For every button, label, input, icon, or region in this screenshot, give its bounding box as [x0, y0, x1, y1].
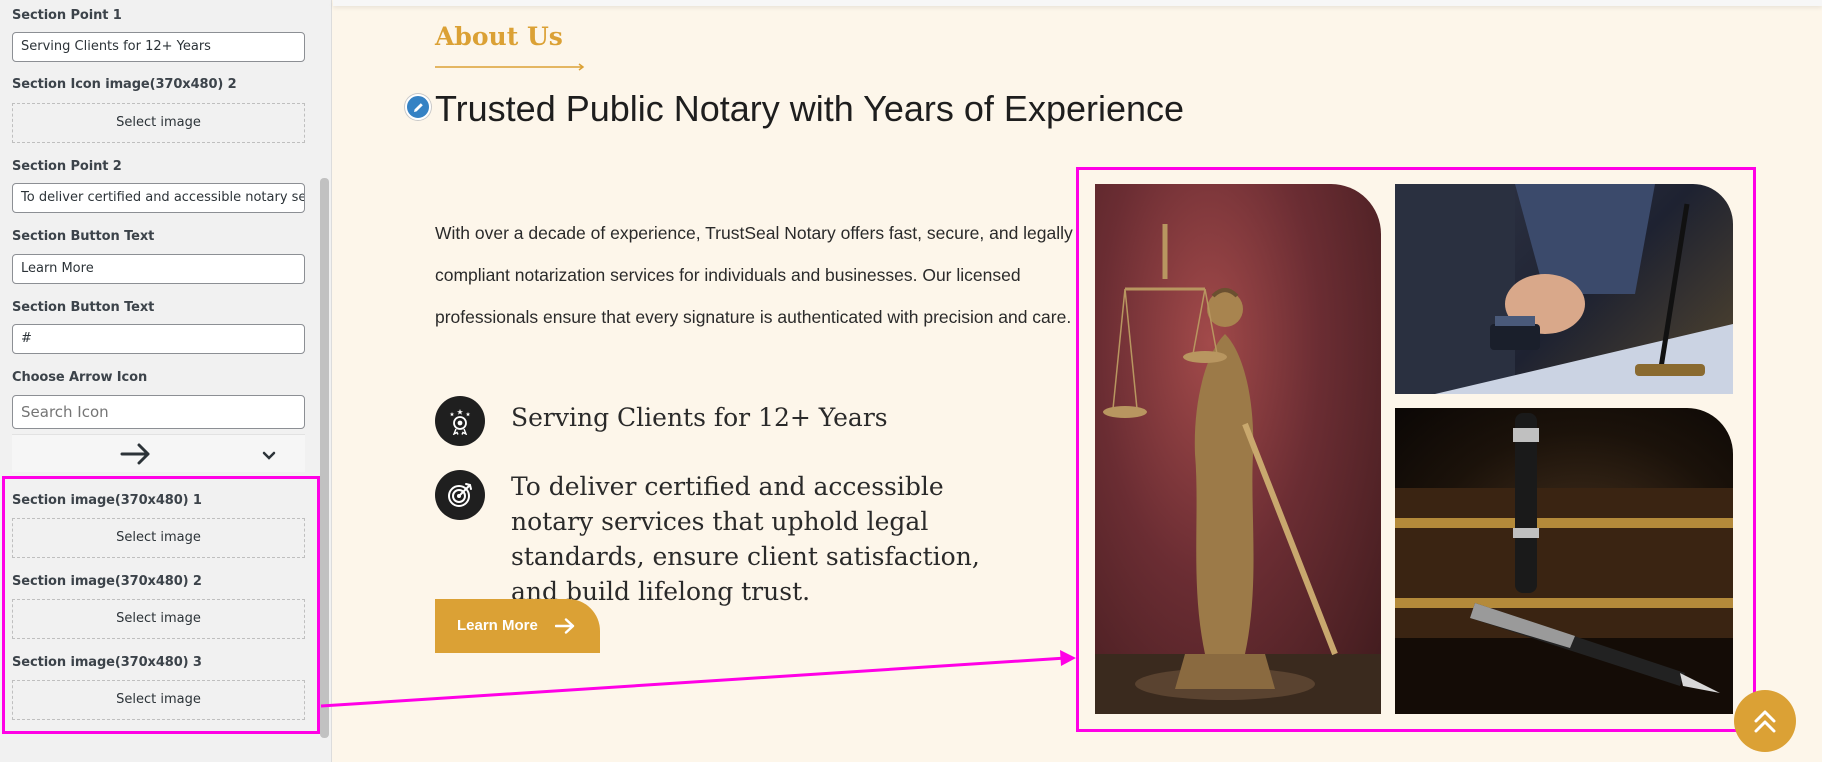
- section-image-3-label: Section image(370x480) 3: [12, 655, 202, 670]
- section-heading: Trusted Public Notary with Years of Expe…: [435, 88, 1185, 129]
- target-icon: [435, 470, 485, 520]
- section-button-text-input[interactable]: Learn More: [12, 254, 305, 284]
- section-point-2-text: To deliver certified and accessible nota…: [511, 472, 980, 606]
- panel-scrollbar[interactable]: [320, 178, 329, 738]
- section-point-1-input[interactable]: Serving Clients for 12+ Years: [12, 32, 305, 62]
- customizer-panel: Section Point 1 Serving Clients for 12+ …: [0, 0, 332, 762]
- section-button-link-input[interactable]: #: [12, 324, 305, 354]
- section-icon-image-2-select[interactable]: Select image: [12, 103, 305, 143]
- section-description: With over a decade of experience, TrustS…: [435, 223, 1073, 327]
- section-image-3-select[interactable]: Select image: [12, 680, 305, 720]
- edit-pencil-icon[interactable]: [405, 94, 431, 120]
- choose-arrow-icon-label: Choose Arrow Icon: [12, 370, 148, 385]
- icon-search-input[interactable]: Search Icon: [12, 395, 305, 429]
- fountain-pen-image[interactable]: [1395, 408, 1733, 714]
- section-image-2-label: Section image(370x480) 2: [12, 574, 202, 589]
- learn-more-label: Learn More: [457, 617, 538, 634]
- section-eyebrow: About Us: [435, 22, 563, 51]
- section-image-1-select[interactable]: Select image: [12, 518, 305, 558]
- justice-statue-image[interactable]: [1095, 184, 1381, 714]
- section-point-2-label: Section Point 2: [12, 159, 122, 174]
- notary-stamp-image[interactable]: [1395, 184, 1733, 394]
- section-point-1-text: Serving Clients for 12+ Years: [511, 403, 888, 432]
- double-chevron-up-icon: [1754, 710, 1776, 733]
- scroll-to-top-button[interactable]: [1734, 690, 1796, 752]
- section-button-link-label: Section Button Text: [12, 300, 155, 315]
- header-edge: [333, 0, 1822, 6]
- learn-more-button[interactable]: Learn More: [435, 599, 600, 653]
- arrow-icon-picker[interactable]: [12, 434, 305, 472]
- section-image-1-label: Section image(370x480) 1: [12, 493, 202, 508]
- section-button-text-label: Section Button Text: [12, 229, 155, 244]
- section-icon-image-2-label: Section Icon image(370x480) 2: [12, 77, 237, 92]
- arrow-right-icon: [120, 443, 152, 470]
- award-icon: [435, 396, 485, 446]
- arrow-right-icon: [555, 618, 575, 634]
- section-point-1-label: Section Point 1: [12, 8, 122, 23]
- eyebrow-underline: [435, 58, 587, 76]
- section-point-2-input[interactable]: To deliver certified and accessible nota…: [12, 183, 305, 213]
- chevron-down-icon[interactable]: [262, 448, 276, 466]
- section-image-2-select[interactable]: Select image: [12, 599, 305, 639]
